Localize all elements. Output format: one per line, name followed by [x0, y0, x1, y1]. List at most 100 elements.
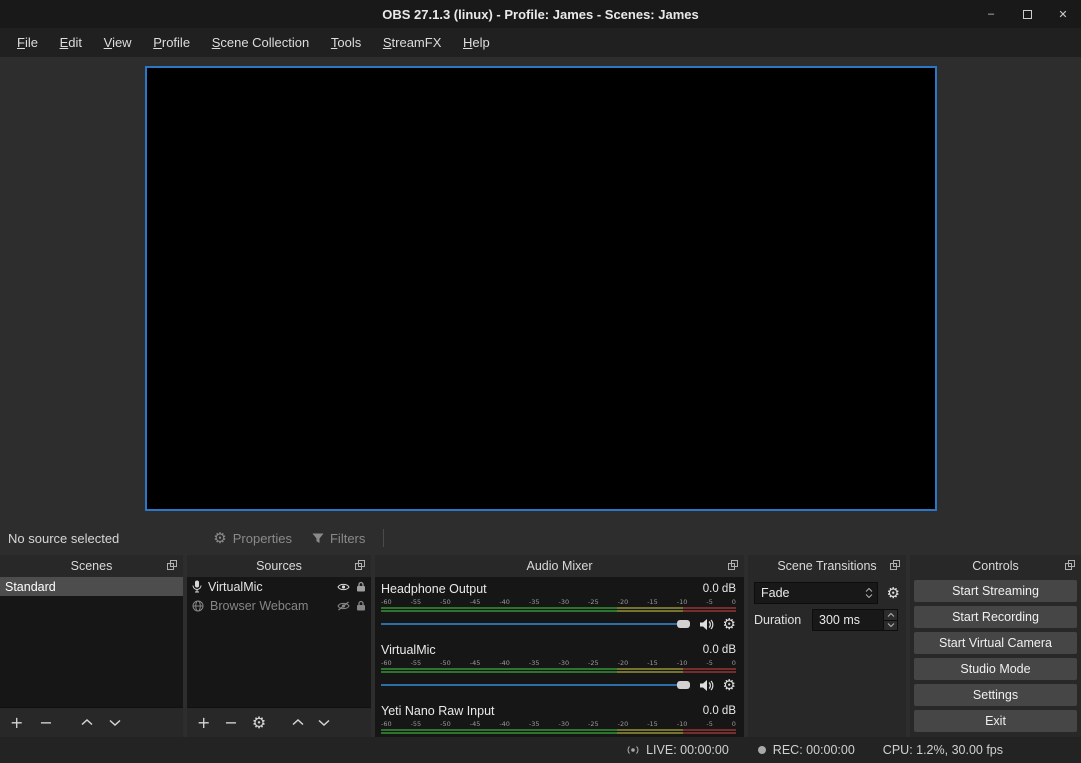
- menu-item-edit[interactable]: Edit: [51, 28, 91, 57]
- preview-canvas[interactable]: [145, 66, 937, 511]
- source-status-label: No source selected: [8, 531, 119, 546]
- transition-properties-button[interactable]: ⚙: [887, 586, 900, 601]
- db-tick-label: -30: [558, 598, 569, 606]
- menu-item-tools[interactable]: Tools: [322, 28, 370, 57]
- volume-slider-handle[interactable]: [677, 620, 690, 628]
- db-tick-label: -10: [677, 720, 688, 728]
- dock-float-icon[interactable]: [1065, 560, 1075, 570]
- titlebar[interactable]: OBS 27.1.3 (linux) - Profile: James - Sc…: [0, 0, 1081, 28]
- volume-slider[interactable]: [381, 678, 690, 692]
- db-tick-label: -50: [440, 659, 451, 667]
- move-source-up-button[interactable]: [292, 719, 304, 726]
- sources-dock: Sources VirtualMic: [187, 555, 371, 737]
- dock-float-icon[interactable]: [167, 560, 177, 570]
- db-tick-label: -55: [411, 598, 422, 606]
- rec-time: REC: 00:00:00: [773, 743, 855, 757]
- move-scene-up-button[interactable]: [81, 719, 93, 726]
- move-source-down-button[interactable]: [318, 719, 330, 726]
- dock-float-icon[interactable]: [355, 560, 365, 570]
- duration-increment-button[interactable]: [883, 610, 897, 620]
- scene-item[interactable]: Standard: [0, 577, 183, 596]
- db-tick-label: -25: [588, 659, 599, 667]
- db-tick-label: -60: [381, 598, 392, 606]
- transition-select[interactable]: Fade: [754, 582, 878, 604]
- lock-icon[interactable]: [356, 600, 366, 611]
- move-scene-down-button[interactable]: [109, 719, 121, 726]
- start-virtual-camera-button[interactable]: Start Virtual Camera: [914, 632, 1077, 654]
- start-recording-button[interactable]: Start Recording: [914, 606, 1077, 628]
- cpu-stats: CPU: 1.2%, 30.00 fps: [883, 743, 1003, 757]
- mixer-channel-volume: 0.0 dB: [703, 705, 736, 717]
- exit-button[interactable]: Exit: [914, 710, 1077, 732]
- add-source-button[interactable]: +: [197, 715, 210, 731]
- menu-item-view[interactable]: View: [95, 28, 141, 57]
- window-title: OBS 27.1.3 (linux) - Profile: James - Sc…: [382, 7, 698, 22]
- scene-transitions-dock-title: Scene Transitions: [777, 559, 876, 573]
- menu-item-scene-collection[interactable]: Scene Collection: [203, 28, 319, 57]
- mixer-channel-volume: 0.0 dB: [703, 583, 736, 595]
- toolbar-separator: [383, 529, 384, 547]
- controls-body: Start Streaming Start Recording Start Vi…: [910, 577, 1081, 737]
- gear-icon[interactable]: ⚙: [723, 678, 736, 693]
- menu-item-streamfx[interactable]: StreamFX: [374, 28, 451, 57]
- db-tick-label: -15: [647, 659, 658, 667]
- close-icon[interactable]: ✕: [1053, 4, 1073, 24]
- volume-slider[interactable]: [381, 617, 690, 631]
- duration-decrement-button[interactable]: [883, 620, 897, 631]
- start-streaming-button[interactable]: Start Streaming: [914, 580, 1077, 602]
- scenes-dock-header[interactable]: Scenes: [0, 555, 183, 577]
- eye-slash-icon[interactable]: [337, 601, 350, 611]
- audio-mixer-dock-header[interactable]: Audio Mixer: [375, 555, 744, 577]
- scenes-dock-title: Scenes: [71, 559, 113, 573]
- minimize-icon[interactable]: –: [981, 4, 1001, 24]
- transition-select-value: Fade: [761, 586, 790, 600]
- sources-dock-header[interactable]: Sources: [187, 555, 371, 577]
- chevron-updown-icon: [865, 583, 873, 603]
- lock-icon[interactable]: [356, 581, 366, 592]
- gear-icon[interactable]: ⚙: [723, 617, 736, 632]
- db-tick-label: -35: [529, 598, 540, 606]
- dock-float-icon[interactable]: [728, 560, 738, 570]
- source-item[interactable]: VirtualMic: [187, 577, 371, 596]
- db-scale: -60-55-50-45-40-35-30-25-20-15-10-50: [381, 659, 736, 667]
- speaker-icon[interactable]: [699, 679, 714, 692]
- add-scene-button[interactable]: +: [10, 715, 23, 731]
- globe-icon: [192, 600, 204, 612]
- scene-transitions-dock-header[interactable]: Scene Transitions: [748, 555, 906, 577]
- speaker-icon[interactable]: [699, 618, 714, 631]
- sources-toolbar: + − ⚙: [187, 707, 371, 737]
- volume-meter: [381, 729, 736, 734]
- mixer-channel-volume: 0.0 dB: [703, 644, 736, 656]
- filters-button[interactable]: Filters: [302, 527, 375, 549]
- remove-source-button[interactable]: −: [224, 715, 237, 731]
- duration-spinbox[interactable]: 300 ms: [812, 609, 898, 631]
- menu-item-profile[interactable]: Profile: [144, 28, 199, 57]
- db-tick-label: -20: [618, 720, 629, 728]
- settings-button[interactable]: Settings: [914, 684, 1077, 706]
- properties-button[interactable]: ⚙ Properties: [203, 527, 302, 549]
- dock-float-icon[interactable]: [890, 560, 900, 570]
- menu-item-help[interactable]: Help: [454, 28, 499, 57]
- db-tick-label: -40: [499, 659, 510, 667]
- volume-slider-handle[interactable]: [677, 681, 690, 689]
- source-item[interactable]: Browser Webcam: [187, 596, 371, 615]
- menu-item-file[interactable]: File: [8, 28, 47, 57]
- source-toolbar: No source selected ⚙ Properties Filters: [0, 524, 1081, 552]
- db-tick-label: -25: [588, 720, 599, 728]
- controls-dock-header[interactable]: Controls: [910, 555, 1081, 577]
- db-tick-label: 0: [732, 598, 736, 606]
- remove-scene-button[interactable]: −: [39, 715, 52, 731]
- source-item-label: Browser Webcam: [210, 599, 331, 613]
- audio-mixer-dock-title: Audio Mixer: [527, 559, 593, 573]
- db-tick-label: -5: [706, 659, 712, 667]
- status-bar: LIVE: 00:00:00 REC: 00:00:00 CPU: 1.2%, …: [0, 737, 1081, 763]
- source-properties-button[interactable]: ⚙: [252, 715, 266, 731]
- mixer-channel: Yeti Nano Raw Input 0.0 dB -60-55-50-45-…: [381, 703, 736, 734]
- scene-transitions-body: Fade ⚙ Duration 300 ms: [748, 577, 906, 737]
- live-status: LIVE: 00:00:00: [626, 743, 729, 757]
- studio-mode-button[interactable]: Studio Mode: [914, 658, 1077, 680]
- docks: Scenes Standard + − Sources: [0, 555, 1081, 737]
- properties-button-label: Properties: [233, 531, 292, 546]
- eye-icon[interactable]: [337, 582, 350, 592]
- maximize-icon[interactable]: [1017, 4, 1037, 24]
